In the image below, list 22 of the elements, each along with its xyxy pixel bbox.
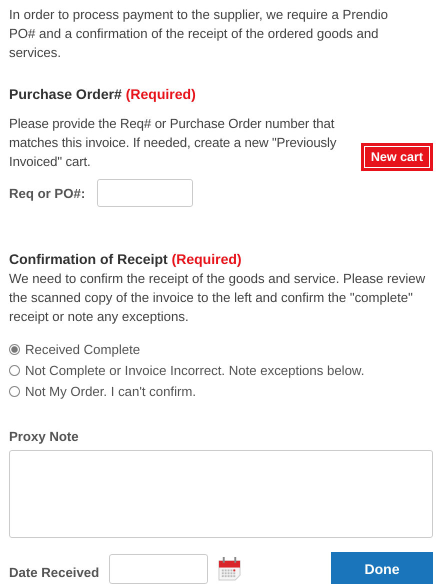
intro-paragraph: In order to process payment to the supplier, we require a Prendio PO# and a confirmation of the receipt of the ordered goods and services. — [9, 6, 389, 62]
field-label: Proxy Note — [9, 429, 80, 444]
field-label: Req or PO#: — [9, 186, 86, 200]
option-label[interactable]: Not Complete or Invoice Incorrect. Note exceptions below. — [25, 363, 364, 378]
section-heading: Confirmation of Receipt — [9, 251, 168, 267]
option-label[interactable]: Received Complete — [25, 342, 140, 357]
po-number-field[interactable] — [97, 179, 194, 207]
option-label[interactable]: Not My Order. I can't confirm. — [25, 384, 196, 399]
radio-button[interactable] — [9, 365, 20, 376]
required-label: (Required) — [172, 251, 242, 267]
field-label: Date Received — [9, 565, 100, 580]
required-label: (Required) — [126, 86, 196, 102]
proxy-note-field[interactable] — [9, 450, 433, 538]
description-text: Please provide the Req# or Purchase Order number that matches this invoice. If needed, create a new "Previously Invoiced" cart. — [9, 115, 338, 171]
radio-button[interactable] — [9, 344, 20, 355]
done-button[interactable]: Done — [331, 552, 433, 584]
calendar-icon[interactable] — [218, 556, 242, 581]
new-cart-button[interactable]: New cart — [364, 146, 430, 168]
radio-button[interactable] — [9, 386, 20, 397]
date-field[interactable] — [109, 554, 208, 584]
section-heading: Purchase Order# — [9, 86, 122, 102]
description-text: We need to confirm the receipt of the goods and service. Please review the scanned copy of the invoice to the left and confirm the "complete" receipt or note any exceptions. — [9, 270, 426, 326]
